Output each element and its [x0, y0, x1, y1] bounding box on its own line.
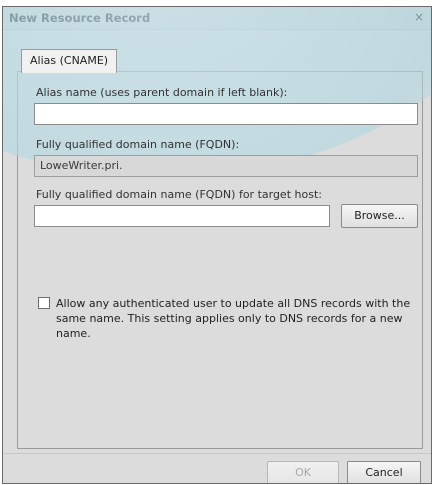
- dialog-title: New Resource Record: [9, 11, 151, 25]
- tab-alias-cname[interactable]: Alias (CNAME): [21, 49, 118, 73]
- footer-divider: [3, 453, 431, 454]
- target-host-input[interactable]: [34, 205, 330, 227]
- allow-update-label[interactable]: Allow any authenticated user to update a…: [56, 296, 411, 341]
- browse-button[interactable]: Browse...: [341, 204, 418, 228]
- fqdn-label: Fully qualified domain name (FQDN):: [36, 138, 240, 151]
- alias-name-label: Alias name (uses parent domain if left b…: [36, 86, 288, 99]
- target-host-label: Fully qualified domain name (FQDN) for t…: [36, 188, 322, 201]
- tab-panel: [17, 71, 423, 449]
- close-icon[interactable]: ×: [411, 9, 427, 25]
- ok-button[interactable]: OK: [267, 461, 339, 483]
- alias-name-input[interactable]: [34, 103, 418, 125]
- allow-update-checkbox[interactable]: [38, 297, 50, 309]
- title-bar[interactable]: New Resource Record ×: [3, 7, 431, 30]
- new-resource-record-dialog: New Resource Record × Alias (CNAME) Alia…: [2, 6, 432, 484]
- cancel-button[interactable]: Cancel: [347, 461, 421, 483]
- fqdn-field: LoweWriter.pri.: [34, 155, 418, 177]
